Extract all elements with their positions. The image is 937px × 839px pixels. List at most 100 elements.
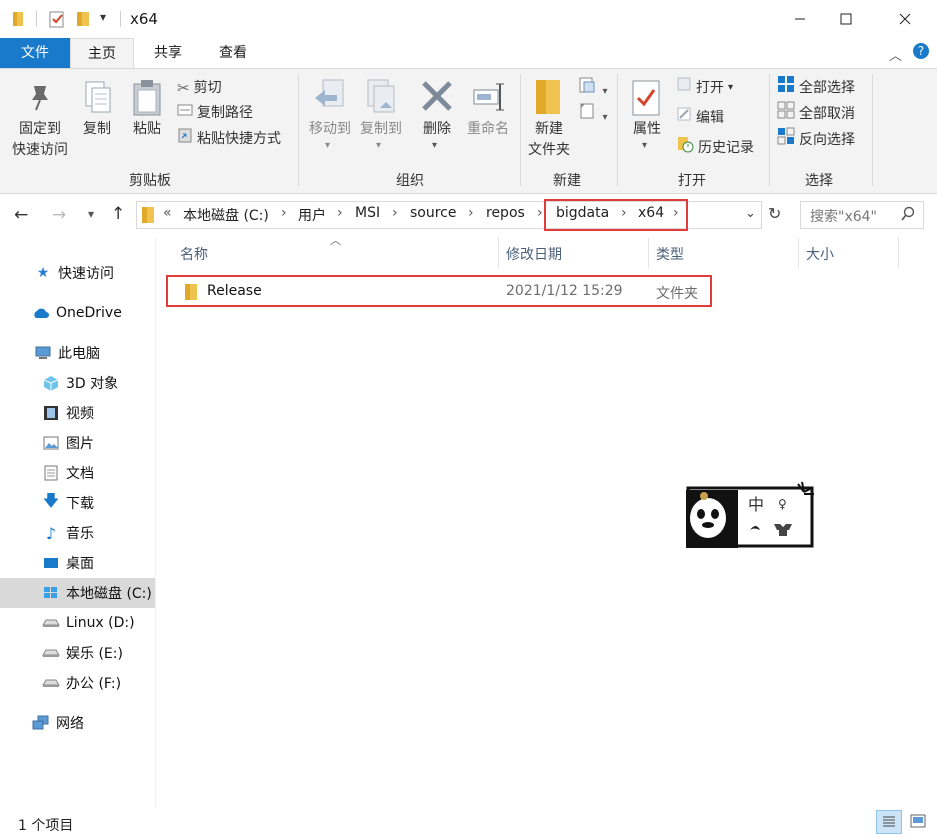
delete-x-icon bbox=[421, 80, 453, 116]
open-button[interactable]: 打开 ▾ bbox=[676, 76, 733, 100]
large-icons-view-button[interactable] bbox=[906, 810, 930, 834]
back-arrow-icon[interactable]: ← bbox=[14, 205, 28, 225]
history-label: 历史记录 bbox=[698, 140, 754, 156]
new-folder-label-line2: 文件夹 bbox=[528, 142, 570, 158]
breadcrumb-source[interactable]: source bbox=[410, 205, 457, 221]
paste-shortcut-button[interactable]: 粘贴快捷方式 bbox=[177, 127, 281, 151]
up-arrow-icon[interactable]: ↑ bbox=[111, 204, 125, 224]
sticker-glyph-top: 中 bbox=[748, 495, 764, 514]
nav-item-quick-access[interactable]: ★ 快速访问 bbox=[0, 258, 189, 288]
drive-icon bbox=[42, 615, 60, 631]
address-history-dropdown-icon[interactable]: ⌄ bbox=[745, 206, 756, 221]
help-icon[interactable]: ? bbox=[913, 43, 929, 59]
nav-item-drive-c[interactable]: 本地磁盘 (C:) bbox=[0, 578, 197, 608]
search-icon[interactable] bbox=[900, 206, 916, 226]
nav-item-3d-objects[interactable]: 3D 对象 bbox=[0, 368, 197, 398]
open-label: 打开 bbox=[696, 80, 724, 96]
nav-item-drive-e[interactable]: 娱乐 (E:) bbox=[0, 638, 197, 668]
delete-button[interactable]: 删除 ▾ bbox=[416, 76, 458, 156]
column-divider[interactable] bbox=[498, 238, 499, 268]
breadcrumb-chevron-icon[interactable]: › bbox=[337, 205, 343, 221]
search-input[interactable]: 搜索"x64" bbox=[810, 206, 877, 226]
new-item-button[interactable]: ▾ bbox=[578, 76, 612, 98]
new-folder-button[interactable]: 新建 文件夹 bbox=[524, 76, 574, 162]
nav-item-downloads[interactable]: 🡇 下载 bbox=[0, 488, 197, 518]
nav-item-onedrive[interactable]: OneDrive bbox=[0, 298, 187, 328]
refresh-icon[interactable]: ↻ bbox=[768, 204, 781, 223]
tab-home[interactable]: 主页 bbox=[70, 38, 134, 69]
breadcrumb-chevron-icon[interactable]: › bbox=[537, 205, 543, 221]
breadcrumb-repos[interactable]: repos bbox=[486, 205, 525, 221]
nav-item-pictures[interactable]: 图片 bbox=[0, 428, 197, 458]
easy-access-button[interactable]: ▾ bbox=[578, 102, 612, 124]
invert-selection-button[interactable]: 反向选择 bbox=[777, 127, 855, 152]
nav-item-music[interactable]: ♪ 音乐 bbox=[0, 518, 197, 548]
nav-item-documents[interactable]: 文档 bbox=[0, 458, 197, 488]
new-folder-quick-icon[interactable] bbox=[76, 11, 90, 31]
properties-button[interactable]: 属性 ▾ bbox=[624, 76, 670, 156]
column-header-type[interactable]: 类型 bbox=[656, 244, 684, 264]
separator bbox=[36, 11, 37, 27]
drive-icon bbox=[42, 675, 60, 691]
drive-icon bbox=[42, 645, 60, 661]
new-group-label: 新建 bbox=[553, 173, 581, 189]
properties-quick-icon[interactable] bbox=[48, 10, 66, 32]
tab-share[interactable]: 共享 bbox=[140, 38, 196, 68]
nav-item-drive-d[interactable]: Linux (D:) bbox=[0, 608, 197, 638]
paste-icon bbox=[131, 79, 163, 121]
column-header-date[interactable]: 修改日期 bbox=[506, 244, 562, 264]
recent-locations-dropdown-icon[interactable]: ▾ bbox=[88, 207, 94, 221]
group-separator bbox=[298, 74, 299, 186]
forward-arrow-icon[interactable]: → bbox=[52, 205, 66, 225]
highlight-box-file-row bbox=[166, 275, 712, 307]
copy-button[interactable]: 复制 bbox=[76, 76, 118, 146]
select-none-button[interactable]: 全部取消 bbox=[777, 101, 855, 126]
sticker-glyph-side: ♀ bbox=[778, 497, 787, 511]
address-overflow[interactable]: « bbox=[163, 205, 172, 221]
breadcrumb-chevron-icon[interactable]: › bbox=[392, 205, 398, 221]
select-all-icon bbox=[777, 75, 795, 101]
cut-label: 剪切 bbox=[193, 80, 222, 96]
customize-toolbar-dropdown-icon[interactable]: ▾ bbox=[100, 10, 106, 24]
copy-to-label: 复制到 bbox=[360, 121, 402, 137]
copy-to-button[interactable]: 复制到 ▾ bbox=[356, 76, 406, 156]
breadcrumb-users[interactable]: 用户 bbox=[298, 205, 326, 225]
select-none-label: 全部取消 bbox=[799, 106, 855, 122]
column-divider[interactable] bbox=[798, 238, 799, 268]
tab-file[interactable]: 文件 bbox=[0, 38, 70, 68]
nav-item-desktop[interactable]: 桌面 bbox=[0, 548, 197, 578]
column-divider[interactable] bbox=[898, 238, 899, 268]
details-view-button[interactable] bbox=[876, 810, 902, 834]
copy-path-button[interactable]: 复制路径 bbox=[177, 101, 253, 125]
maximize-button[interactable] bbox=[823, 0, 869, 38]
history-button[interactable]: 历史记录 bbox=[676, 136, 754, 160]
breadcrumb-msi[interactable]: MSI bbox=[355, 205, 380, 221]
breadcrumb-chevron-icon[interactable]: › bbox=[281, 205, 287, 221]
history-icon bbox=[676, 135, 694, 161]
breadcrumb-drive-c[interactable]: 本地磁盘 (C:) bbox=[183, 205, 269, 225]
paste-shortcut-icon bbox=[177, 127, 193, 151]
paste-button[interactable]: 粘贴 bbox=[124, 76, 170, 146]
nav-item-drive-f[interactable]: 办公 (F:) bbox=[0, 668, 197, 698]
nav-item-this-pc[interactable]: 此电脑 bbox=[0, 338, 189, 368]
pin-to-quick-access-button[interactable]: 固定到 快速访问 bbox=[4, 76, 74, 162]
move-to-button[interactable]: 移动到 ▾ bbox=[305, 76, 355, 156]
column-header-size[interactable]: 大小 bbox=[806, 244, 834, 264]
minimize-button[interactable] bbox=[777, 0, 823, 38]
document-icon bbox=[42, 465, 60, 481]
collapse-ribbon-icon[interactable]: ︿ bbox=[889, 45, 902, 64]
edit-button[interactable]: 编辑 bbox=[676, 106, 724, 130]
breadcrumb-chevron-icon[interactable]: › bbox=[468, 205, 474, 221]
rename-button[interactable]: 重命名 bbox=[462, 76, 514, 146]
open-icon bbox=[676, 76, 692, 100]
column-divider[interactable] bbox=[648, 238, 649, 268]
cut-button[interactable]: ✂ 剪切 bbox=[177, 76, 222, 100]
move-to-dropdown-icon: ▾ bbox=[325, 140, 331, 151]
nav-item-network[interactable]: 网络 bbox=[0, 708, 187, 738]
nav-item-videos[interactable]: 视频 bbox=[0, 398, 197, 428]
tab-view[interactable]: 查看 bbox=[205, 38, 261, 68]
pin-label-line1: 固定到 bbox=[19, 121, 61, 137]
edit-label: 编辑 bbox=[696, 110, 724, 126]
select-all-button[interactable]: 全部选择 bbox=[777, 76, 855, 100]
close-button[interactable] bbox=[882, 0, 928, 38]
